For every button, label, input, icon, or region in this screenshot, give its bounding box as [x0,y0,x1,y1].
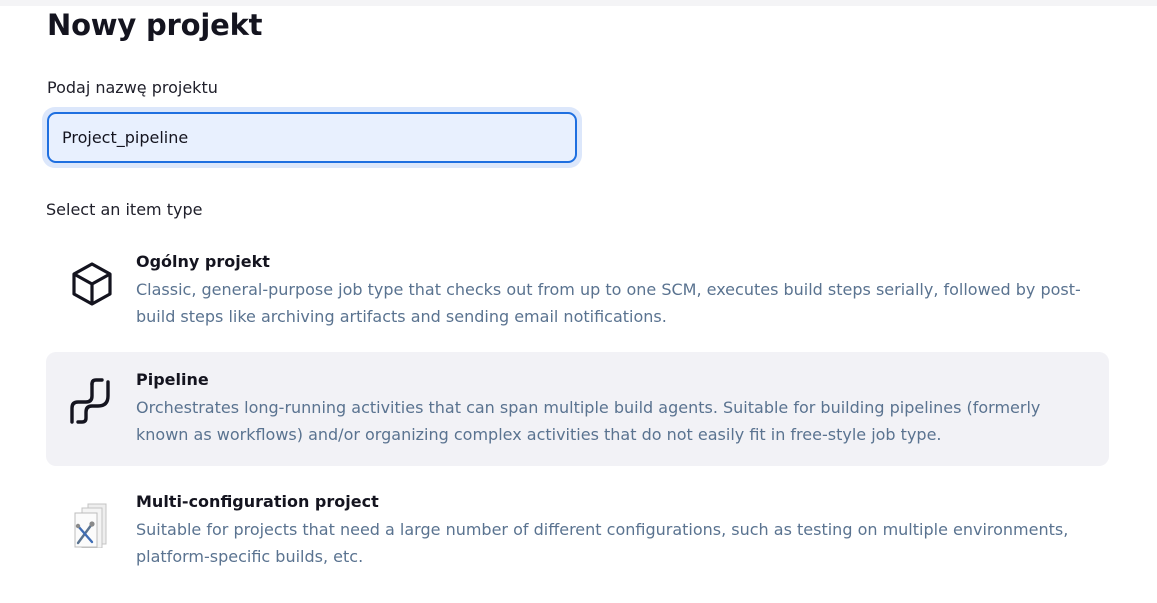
item-type-multi-configuration[interactable]: Multi-configuration project Suitable for… [46,474,1109,588]
multi-config-icon [68,500,116,549]
item-type-pipeline[interactable]: Pipeline Orchestrates long-running activ… [46,352,1109,466]
project-name-label: Podaj nazwę projektu [47,78,218,97]
item-type-description: Classic, general-purpose job type that c… [136,280,1081,326]
item-type-description: Orchestrates long-running activities tha… [136,398,1041,444]
item-type-title: Multi-configuration project [136,492,379,511]
cube-icon [68,260,116,308]
item-type-label: Select an item type [46,200,203,219]
item-type-description: Suitable for projects that need a large … [136,520,1069,566]
project-name-focus-ring [42,107,582,168]
page-title: Nowy projekt [47,8,263,42]
pipeline-icon [68,378,116,426]
item-type-freestyle[interactable]: Ogólny projekt Classic, general-purpose … [46,234,1109,348]
item-type-title: Ogólny projekt [136,252,270,271]
item-type-title: Pipeline [136,370,209,389]
top-bar [0,0,1157,6]
project-name-input[interactable] [47,112,577,163]
